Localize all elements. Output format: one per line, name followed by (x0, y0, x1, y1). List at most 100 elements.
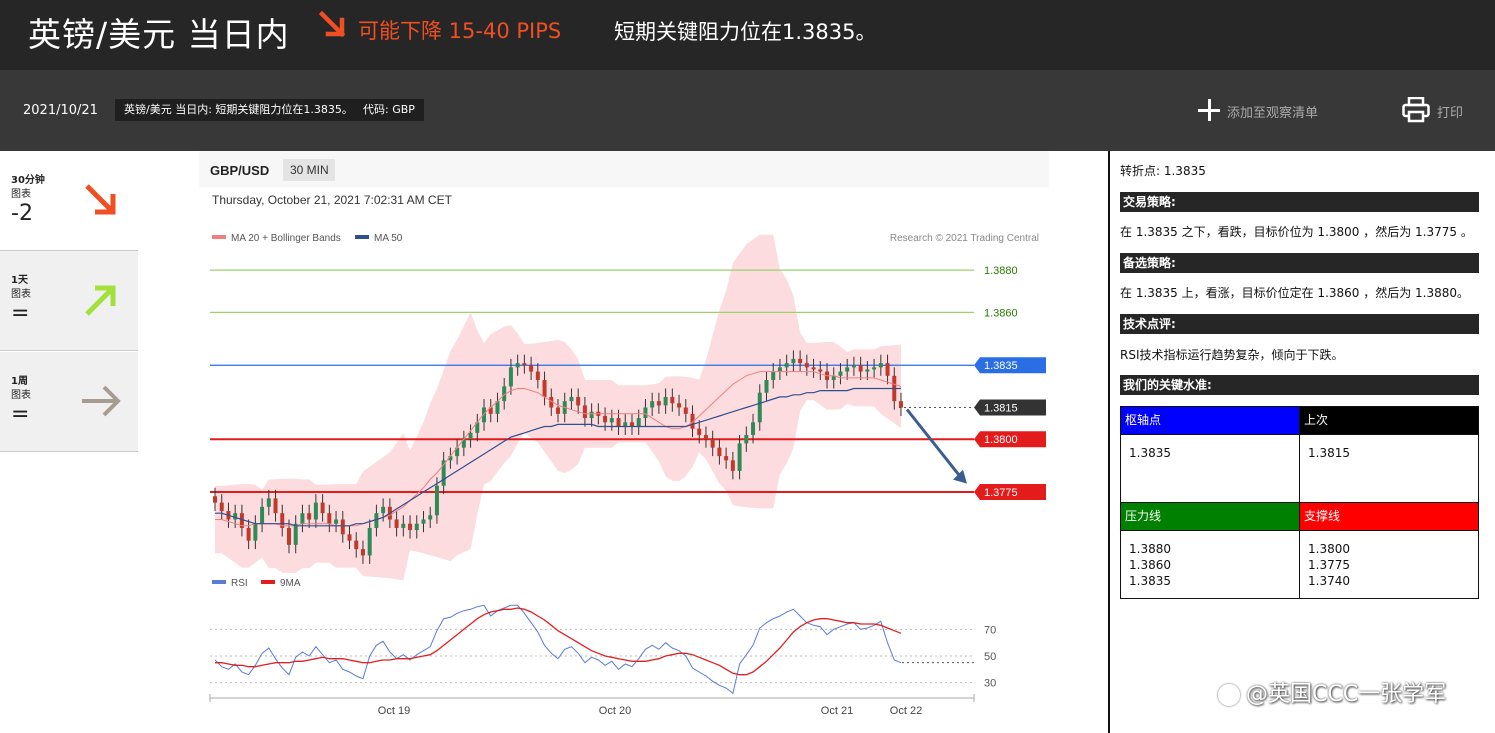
candle-body (865, 369, 870, 372)
candle-body (878, 363, 883, 368)
candle-body (367, 527, 372, 556)
timeframe-1day[interactable]: 1天 图表 = (0, 251, 138, 351)
candle-body (616, 418, 621, 427)
candle-body (313, 502, 318, 520)
resistance-value: 1.3835 (1129, 574, 1171, 588)
arrow-right-icon (82, 385, 121, 417)
candle-body (286, 527, 291, 545)
candle-body (670, 396, 675, 404)
timeframe-score: = (11, 301, 30, 326)
pivot-label: 枢轴点 (1120, 406, 1300, 435)
timeframe-30min[interactable]: 30分钟 图表 -2 (0, 151, 138, 251)
arrow-down-right-icon (318, 10, 346, 38)
x-axis: Oct 19 Oct 20 Oct 21 Oct 22 (209, 694, 975, 717)
candle-body (246, 527, 251, 541)
candle-body (347, 534, 352, 541)
rsi-ma9-line (215, 607, 902, 676)
candle-body (710, 439, 715, 448)
candle-body (791, 358, 796, 364)
timeframe-subtitle: 图表 (11, 289, 31, 300)
candle-body (421, 519, 426, 524)
candle-body (556, 407, 560, 414)
candle-body (643, 407, 648, 419)
arrow-down-right-icon (85, 184, 116, 215)
candle-body (885, 363, 890, 376)
candle-body (293, 523, 298, 545)
title-tag: 英镑/美元 当日内: 短期关键阻力位在1.3835。 (115, 99, 362, 121)
last-value: 1.3815 (1299, 434, 1479, 503)
candle-body (656, 401, 661, 406)
arrow-up-right-icon (85, 285, 116, 316)
candle-body (629, 422, 634, 427)
candle-body (818, 369, 823, 372)
sub-toolbar: 2021/10/21 英镑/美元 当日内: 短期关键阻力位在1.3835。 代码… (0, 70, 1495, 151)
headline: 短期关键阻力位在1.3835。 (614, 20, 877, 44)
resistance-value: 1.3860 (1129, 558, 1171, 572)
candle-body (838, 371, 843, 376)
timeframe-1week[interactable]: 1周 图表 = (0, 352, 138, 452)
candle-body (414, 523, 419, 531)
candle-body (468, 432, 473, 440)
level-label: 1.3815 (984, 403, 1018, 415)
candle-body (650, 401, 655, 408)
candle-body (757, 392, 762, 423)
candle-body (327, 513, 332, 524)
code-tag: 代码: GBP (354, 99, 424, 121)
chart-interval: 30 MIN (290, 163, 329, 177)
chart-bottom-strip (199, 725, 1109, 733)
alt-strategy-header: 备选策略: (1120, 253, 1479, 273)
x-tick-label: Oct 22 (890, 705, 922, 717)
candle-body (300, 513, 305, 524)
legend-9ma: 9MA (280, 578, 301, 589)
candle-body (266, 498, 271, 507)
rsi-area: 70 50 30 (210, 604, 996, 695)
candle-body (307, 513, 312, 520)
candle-body (576, 396, 581, 406)
chart-panel: GBP/USD 30 MIN Thursday, October 21, 202… (199, 151, 1049, 725)
candle-body (899, 401, 903, 408)
direction-text: 可能下降 15-40 PIPS (358, 19, 562, 43)
timeframe-score: -2 (11, 201, 33, 226)
alt-strategy-text: 在 1.3835 上，看涨，目标价位定在 1.3860 ，然后为 1.3880。 (1120, 286, 1470, 300)
legend-ma20: MA 20 + Bollinger Bands (231, 233, 341, 244)
page: 英镑/美元 当日内 可能下降 15-40 PIPS 短期关键阻力位在1.3835… (0, 0, 1495, 733)
candle-body (636, 418, 641, 427)
candle-body (428, 515, 433, 520)
resistance-value: 1.3880 (1129, 542, 1171, 556)
support-value: 1.3775 (1308, 558, 1350, 572)
price-chart[interactable]: GBP/USD 30 MIN Thursday, October 21, 202… (199, 151, 1049, 725)
chart-symbol: GBP/USD (210, 163, 269, 178)
candle-body (408, 523, 413, 531)
candle-body (777, 367, 782, 372)
timeframe-subtitle: 图表 (11, 390, 31, 401)
print-button[interactable]: 打印 (1402, 96, 1463, 127)
candle-body (784, 363, 789, 368)
resistance-values: 1.3880 1.3860 1.3835 (1120, 530, 1300, 599)
strategy-header: 交易策略: (1120, 192, 1479, 212)
candle-body (535, 371, 540, 381)
watermark: @英国CCC一张学军 (1218, 676, 1446, 708)
candle-body (401, 523, 406, 528)
comment-text: RSI技术指标运行趋势复杂，倾向于下跌。 (1120, 348, 1344, 362)
candle-body (213, 496, 217, 503)
page-title: 英镑/美元 当日内 (28, 15, 290, 54)
candle-body (515, 363, 520, 368)
candle-body (609, 418, 614, 423)
candle-body (751, 422, 756, 435)
candle-body (663, 396, 668, 406)
candle-body (677, 403, 682, 408)
candle-body (360, 549, 365, 556)
candle-body (542, 380, 547, 397)
candle-body (744, 434, 749, 444)
timeframe-score: = (11, 402, 30, 427)
resistance-label: 压力线 (1120, 502, 1300, 531)
candle-body (582, 405, 587, 419)
candle-body (273, 498, 278, 514)
candle-body (811, 367, 816, 370)
candle-body (872, 367, 877, 370)
candle-body (253, 523, 258, 541)
timeframe-title: 1天 (11, 275, 28, 286)
price-area: 1.3880 1.3860 1.3835 1.3815 1.3800 1.3775 (210, 234, 1046, 581)
support-value: 1.3800 (1308, 542, 1350, 556)
candle-body (798, 358, 803, 364)
